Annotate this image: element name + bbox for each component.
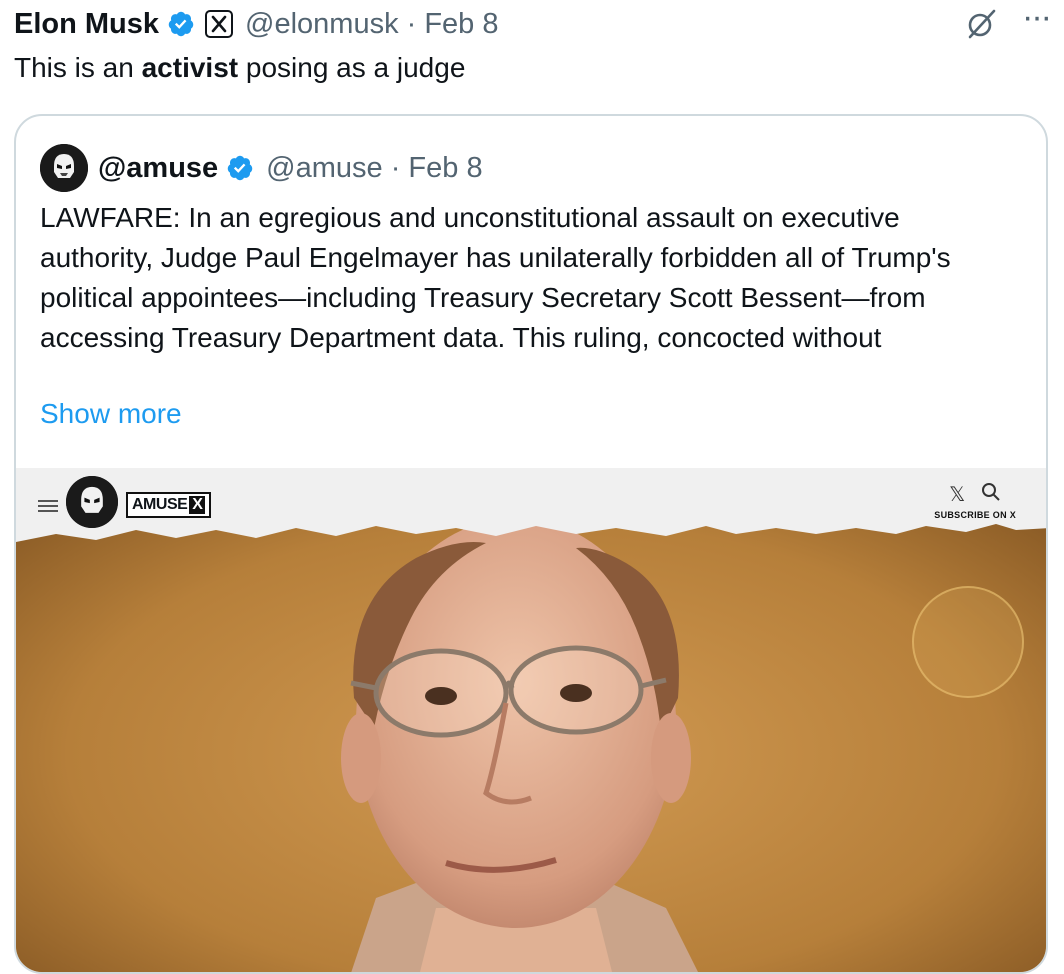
header-actions: ··· — [964, 0, 1052, 44]
amuse-brand-logo: AMUSE X — [126, 492, 212, 518]
watermark-seal-icon — [912, 586, 1024, 698]
tweet-text-bold: activist — [141, 52, 239, 83]
avatar[interactable] — [40, 144, 88, 192]
x-logo-icon — [205, 10, 234, 38]
grok-icon[interactable] — [964, 7, 998, 41]
quoted-tweet[interactable]: @amuse @amuse · Feb 8 LAWFARE: In an egr… — [14, 114, 1048, 974]
brand-x: X — [189, 496, 206, 514]
search-icon — [981, 482, 1001, 508]
x-logo-icon: 𝕏 — [949, 484, 966, 506]
avatar — [66, 476, 118, 528]
verified-badge-icon — [227, 155, 253, 181]
verified-badge-icon — [168, 11, 194, 37]
subscribe-label: SUBSCRIBE ON X — [934, 510, 1016, 520]
author-handle-date[interactable]: @elonmusk · Feb 8 — [245, 8, 498, 41]
tweet-text: This is an activist posing as a judge — [14, 52, 465, 84]
more-options-icon[interactable]: ··· — [1022, 0, 1052, 34]
quoted-media-image[interactable]: AMUSEX 𝕏 SUBSCRIBE ON X 138 — [16, 468, 1046, 972]
tweet-text-part: This is an — [14, 52, 142, 83]
quoted-tweet-body: LAWFARE: In an egregious and unconstitut… — [40, 202, 951, 353]
quoted-handle-date[interactable]: @amuse · Feb 8 — [266, 152, 482, 185]
brand-text: AMUSE — [132, 496, 188, 513]
quoted-author-name[interactable]: @amuse — [98, 152, 218, 185]
media-header-actions: 𝕏 SUBSCRIBE ON X — [934, 482, 1016, 520]
tweet-header: Elon Musk @elonmusk · Feb 8 ··· — [14, 0, 1052, 44]
tweet-text-part: posing as a judge — [238, 52, 466, 83]
menu-icon[interactable] — [38, 500, 58, 515]
show-more-link[interactable]: Show more — [40, 398, 182, 430]
author-name[interactable]: Elon Musk — [14, 8, 159, 41]
quoted-tweet-header: @amuse @amuse · Feb 8 — [40, 144, 483, 192]
